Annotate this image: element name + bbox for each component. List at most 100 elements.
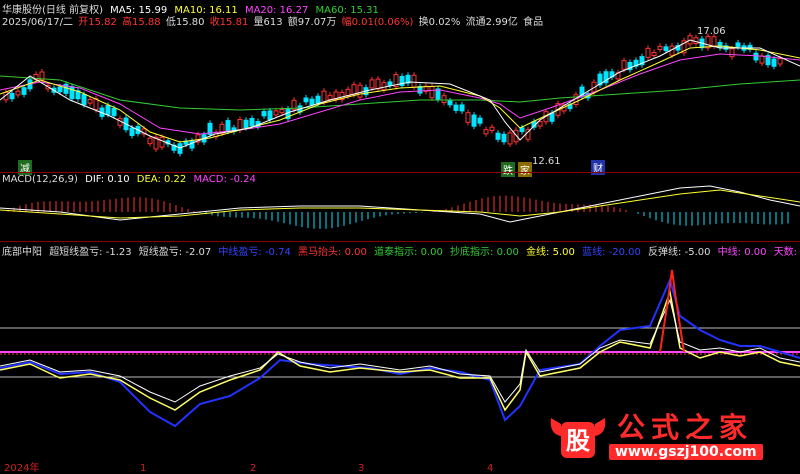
mid-label: 中线盈亏: -0.74: [218, 247, 291, 258]
macd-header: MACD(12,26,9) DIF: 0.10 DEA: 0.22 MACD: …: [2, 174, 260, 185]
jinxian-label: 金线: 5.00: [526, 247, 575, 258]
logo-char: 股: [566, 426, 590, 455]
candle-body: [303, 97, 309, 103]
chart-canvas: [0, 32, 800, 428]
candle-body: [381, 82, 387, 91]
candle-body: [129, 127, 135, 136]
candle-body: [501, 133, 507, 143]
candle-body: [507, 132, 513, 145]
candle-body: [495, 132, 501, 140]
candle-body: [225, 120, 231, 132]
candle-body: [249, 118, 255, 127]
candle-body: [447, 100, 453, 106]
dea-label: DEA: 0.22: [136, 174, 187, 185]
candle-body: [621, 60, 627, 70]
candle-body: [693, 37, 699, 45]
candle-body: [453, 104, 459, 111]
low-price-mark: 12.61: [532, 156, 561, 167]
candle-body: [465, 112, 471, 123]
bull-logo-icon: 股: [550, 418, 606, 458]
candlesticks: [3, 32, 783, 157]
candle-body: [411, 74, 417, 88]
ma-lines: [0, 39, 800, 149]
watermark: 股 公式之家 www.gszj100.com: [547, 406, 792, 464]
candle-body: [327, 94, 333, 100]
candle-body: [81, 94, 87, 106]
candle-body: [243, 119, 249, 129]
candle-body: [753, 52, 759, 61]
axis-year: 2024年: [4, 463, 40, 474]
axis-month-1: 1: [140, 463, 147, 474]
candle-body: [513, 129, 519, 143]
candle-body: [387, 81, 393, 86]
daotai-label: 道泰指示: 0.00: [374, 247, 443, 258]
candle-body: [735, 42, 741, 48]
ultra-short-label: 超短线盈亏: -1.23: [49, 247, 132, 258]
ma5-line: [0, 39, 800, 149]
candle-body: [309, 98, 315, 106]
candle-body: [147, 137, 153, 145]
candle-body: [489, 126, 495, 131]
candle-body: [705, 35, 711, 49]
panel-divider-1: [0, 172, 800, 173]
candle-body: [369, 79, 375, 89]
candle-body: [273, 110, 279, 116]
candle-body: [717, 42, 723, 49]
indicator-header: 底部中阳 超短线盈亏: -1.23 短线盈亏: -2.07 中线盈亏: -0.7…: [2, 243, 800, 258]
candle-body: [663, 46, 669, 52]
candle-body: [519, 127, 525, 133]
lanxian-label: 蓝线: -20.00: [582, 247, 641, 258]
candle-body: [651, 52, 657, 57]
candle-body: [459, 104, 465, 112]
candle-body: [315, 95, 321, 104]
candle-body: [57, 86, 63, 93]
candle-body: [759, 55, 765, 64]
short-label: 短线盈亏: -2.07: [138, 247, 212, 258]
candle-body: [105, 104, 111, 115]
candle-body: [69, 86, 75, 100]
candle-body: [537, 121, 543, 127]
candle-body: [87, 98, 93, 104]
macd-title: MACD(12,26,9): [2, 174, 78, 185]
candle-body: [549, 112, 555, 122]
heima-label: 黑马抬头: 0.00: [298, 247, 367, 258]
candle-body: [657, 45, 663, 50]
macd-histogram: [7, 195, 789, 229]
candle-body: [279, 109, 285, 114]
watermark-text: 公式之家: [617, 411, 754, 444]
candle-body: [21, 87, 27, 95]
candle-body: [159, 136, 165, 148]
candle-body: [645, 47, 651, 58]
candle-body: [237, 118, 243, 131]
badge-jia: 家: [518, 162, 532, 177]
candle-body: [261, 111, 267, 117]
candle-body: [711, 36, 717, 47]
panel-divider-2: [0, 241, 800, 242]
candle-body: [477, 117, 483, 124]
high-price-mark: 17.06: [697, 26, 726, 37]
zhongxian-label: 中线: 0.00: [717, 247, 767, 258]
dif-label: DIF: 0.10: [85, 174, 130, 185]
candle-body: [111, 108, 117, 117]
indicator-name: 底部中阳: [2, 247, 42, 258]
axis-month-4: 4: [487, 463, 494, 474]
candle-body: [777, 58, 783, 65]
candle-body: [729, 48, 735, 58]
candle-body: [267, 110, 273, 121]
candle-body: [9, 93, 15, 100]
axis-month-2: 2: [250, 463, 257, 474]
candle-body: [429, 86, 435, 99]
chaodi-label: 抄底指示: 0.00: [450, 247, 519, 258]
candle-body: [357, 84, 363, 98]
candle-body: [375, 78, 381, 90]
axis-month-3: 3: [358, 463, 365, 474]
candle-body: [771, 58, 777, 67]
candle-body: [483, 129, 489, 135]
badge-die: 跌: [501, 162, 515, 177]
watermark-url: www.gszj100.com: [609, 444, 763, 460]
candle-body: [15, 90, 21, 96]
candle-body: [441, 95, 447, 103]
candle-body: [321, 90, 327, 103]
macd-value-label: MACD: -0.24: [193, 174, 256, 185]
tianshu-label: 天数: 0.00: [773, 247, 800, 258]
